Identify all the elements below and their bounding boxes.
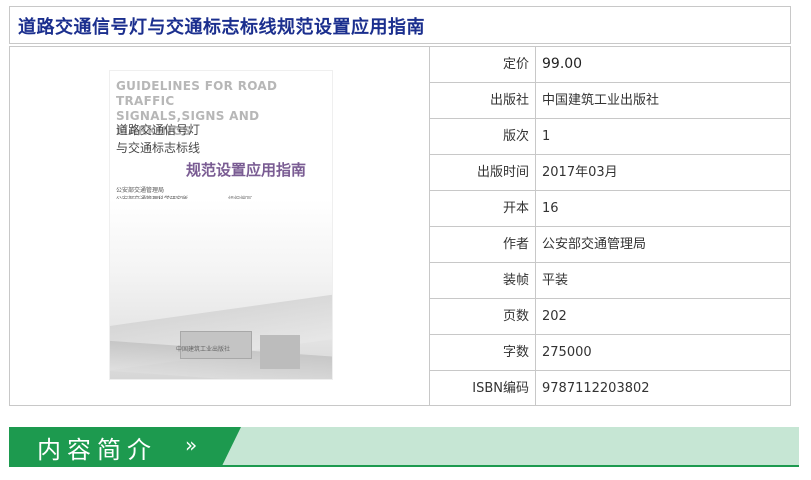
- detail-value: 平装: [542, 273, 569, 288]
- detail-value: 99.00: [542, 56, 583, 72]
- detail-value: 中国建筑工业出版社: [542, 93, 660, 108]
- page-title-bar: 道路交通信号灯与交通标志标线规范设置应用指南: [9, 6, 791, 44]
- content-intro-section-bar: 内容简介 »: [9, 427, 799, 467]
- detail-value: 公安部交通管理局: [542, 237, 647, 252]
- detail-label: 作者: [430, 227, 536, 262]
- cover-english-line-1: GUIDELINES FOR ROAD TRAFFIC: [116, 79, 278, 108]
- detail-label: 页数: [430, 299, 536, 334]
- cover-org-line-1: 公安部交通管理局: [116, 187, 165, 194]
- detail-row-format: 开本 16: [430, 191, 790, 227]
- product-info-table: GUIDELINES FOR ROAD TRAFFIC SIGNALS,SIGN…: [9, 46, 791, 406]
- detail-value: 9787112203802: [542, 381, 650, 396]
- cover-cell: GUIDELINES FOR ROAD TRAFFIC SIGNALS,SIGN…: [10, 47, 430, 405]
- detail-value: 16: [542, 201, 559, 216]
- detail-value: 202: [542, 309, 567, 324]
- book-cover-image[interactable]: GUIDELINES FOR ROAD TRAFFIC SIGNALS,SIGN…: [110, 71, 332, 379]
- cover-chinese-line-1: 道路交通信号灯: [116, 123, 201, 137]
- cover-chinese-line-2: 与交通标志标线: [116, 141, 201, 155]
- detail-value: 1: [542, 129, 551, 144]
- detail-value: 2017年03月: [542, 165, 618, 180]
- content-intro-tab[interactable]: 内容简介 »: [9, 427, 241, 465]
- cover-publisher: 中国建筑工业出版社: [176, 346, 231, 353]
- detail-label: ISBN编码: [430, 371, 536, 406]
- detail-label: 定价: [430, 47, 536, 82]
- detail-label: 字数: [430, 335, 536, 370]
- detail-row-word-count: 字数 275000: [430, 335, 790, 371]
- detail-label: 开本: [430, 191, 536, 226]
- page-title: 道路交通信号灯与交通标志标线规范设置应用指南: [18, 17, 425, 38]
- detail-value: 275000: [542, 345, 592, 360]
- detail-row-price: 定价 99.00: [430, 47, 790, 83]
- detail-row-isbn: ISBN编码 9787112203802: [430, 371, 790, 407]
- detail-row-author: 作者 公安部交通管理局: [430, 227, 790, 263]
- cover-sign-shape: [260, 335, 300, 369]
- detail-label: 出版时间: [430, 155, 536, 190]
- detail-label: 版次: [430, 119, 536, 154]
- detail-row-edition: 版次 1: [430, 119, 790, 155]
- detail-label: 出版社: [430, 83, 536, 118]
- detail-row-publish-date: 出版时间 2017年03月: [430, 155, 790, 191]
- cover-chinese-line-3: 规范设置应用指南: [186, 161, 307, 179]
- section-divider: [9, 465, 799, 467]
- detail-label: 装帧: [430, 263, 536, 298]
- double-chevron-right-icon: »: [185, 433, 198, 457]
- content-intro-label: 内容简介: [37, 436, 157, 464]
- detail-row-publisher: 出版社 中国建筑工业出版社: [430, 83, 790, 119]
- detail-row-binding: 装帧 平装: [430, 263, 790, 299]
- detail-row-pages: 页数 202: [430, 299, 790, 335]
